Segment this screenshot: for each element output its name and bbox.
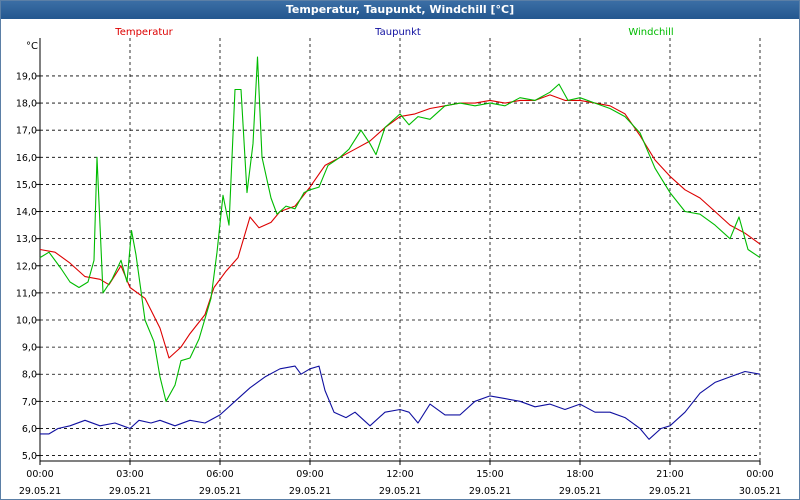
chart: 5,0 6,0 7,0 8,0 9,0 10,0 11,0 12,0 13,0 14,0 15,0 1… <box>16 27 781 497</box>
y-tick-label: 18,0 <box>16 99 37 110</box>
x-tick-time: 15:00 <box>476 469 503 480</box>
y-tick-label: 8,0 <box>22 370 37 381</box>
series-line-windchill <box>39 56 761 402</box>
x-tick-date: 29.05.21 <box>19 486 61 497</box>
y-tick-label: 17,0 <box>16 126 37 137</box>
x-tick-time: 18:00 <box>566 469 593 480</box>
x-tick-date: 29.05.21 <box>559 486 601 497</box>
x-tick-date: 30.05.21 <box>739 486 781 497</box>
y-tick-label: 12,0 <box>16 261 37 272</box>
y-axis-unit: °C <box>26 41 38 52</box>
y-tick-label: 9,0 <box>22 343 37 354</box>
y-tick-label: 5,0 <box>22 451 37 462</box>
x-tick-date: 29.05.21 <box>379 486 421 497</box>
x-tick-date: 29.05.21 <box>289 486 331 497</box>
chart-window: Temperatur, Taupunkt, Windchill [°C] 5,0… <box>0 0 800 500</box>
x-tick-time: 12:00 <box>386 469 413 480</box>
x-tick-time: 00:00 <box>746 469 773 480</box>
grid <box>39 38 761 461</box>
legend-label-temperatur: Temperatur <box>114 27 173 38</box>
y-tick-label: 15,0 <box>16 180 37 191</box>
x-tick-labels: 00:00 29.05.21 03:00 29.05.21 06:00 29.05.21 0… <box>19 469 781 497</box>
x-tick-time: 00:00 <box>26 469 53 480</box>
window-title: Temperatur, Taupunkt, Windchill [°C] <box>1 1 799 19</box>
y-tick-label: 11,0 <box>16 288 37 299</box>
x-tick-date: 29.05.21 <box>469 486 511 497</box>
x-tick-time: 06:00 <box>206 469 233 480</box>
legend: Temperatur Taupunkt Windchill <box>114 27 673 38</box>
y-tick-label: 13,0 <box>16 234 37 245</box>
y-tick-label: 10,0 <box>16 316 37 327</box>
x-tick-date: 29.05.21 <box>199 486 241 497</box>
y-tick-labels: 5,0 6,0 7,0 8,0 9,0 10,0 11,0 12,0 13,0 14,0 15,0 1… <box>16 71 37 462</box>
y-tick-label: 6,0 <box>22 424 37 435</box>
legend-label-windchill: Windchill <box>628 27 673 38</box>
y-tick-label: 19,0 <box>16 71 37 82</box>
x-tick-time: 09:00 <box>296 469 323 480</box>
x-tick-date: 29.05.21 <box>109 486 151 497</box>
x-tick-time: 21:00 <box>656 469 683 480</box>
y-tick-label: 16,0 <box>16 153 37 164</box>
x-tick-date: 29.05.21 <box>649 486 691 497</box>
legend-label-taupunkt: Taupunkt <box>374 27 421 38</box>
y-tick-label: 14,0 <box>16 207 37 218</box>
x-tick-time: 03:00 <box>116 469 143 480</box>
y-tick-label: 7,0 <box>22 397 37 408</box>
